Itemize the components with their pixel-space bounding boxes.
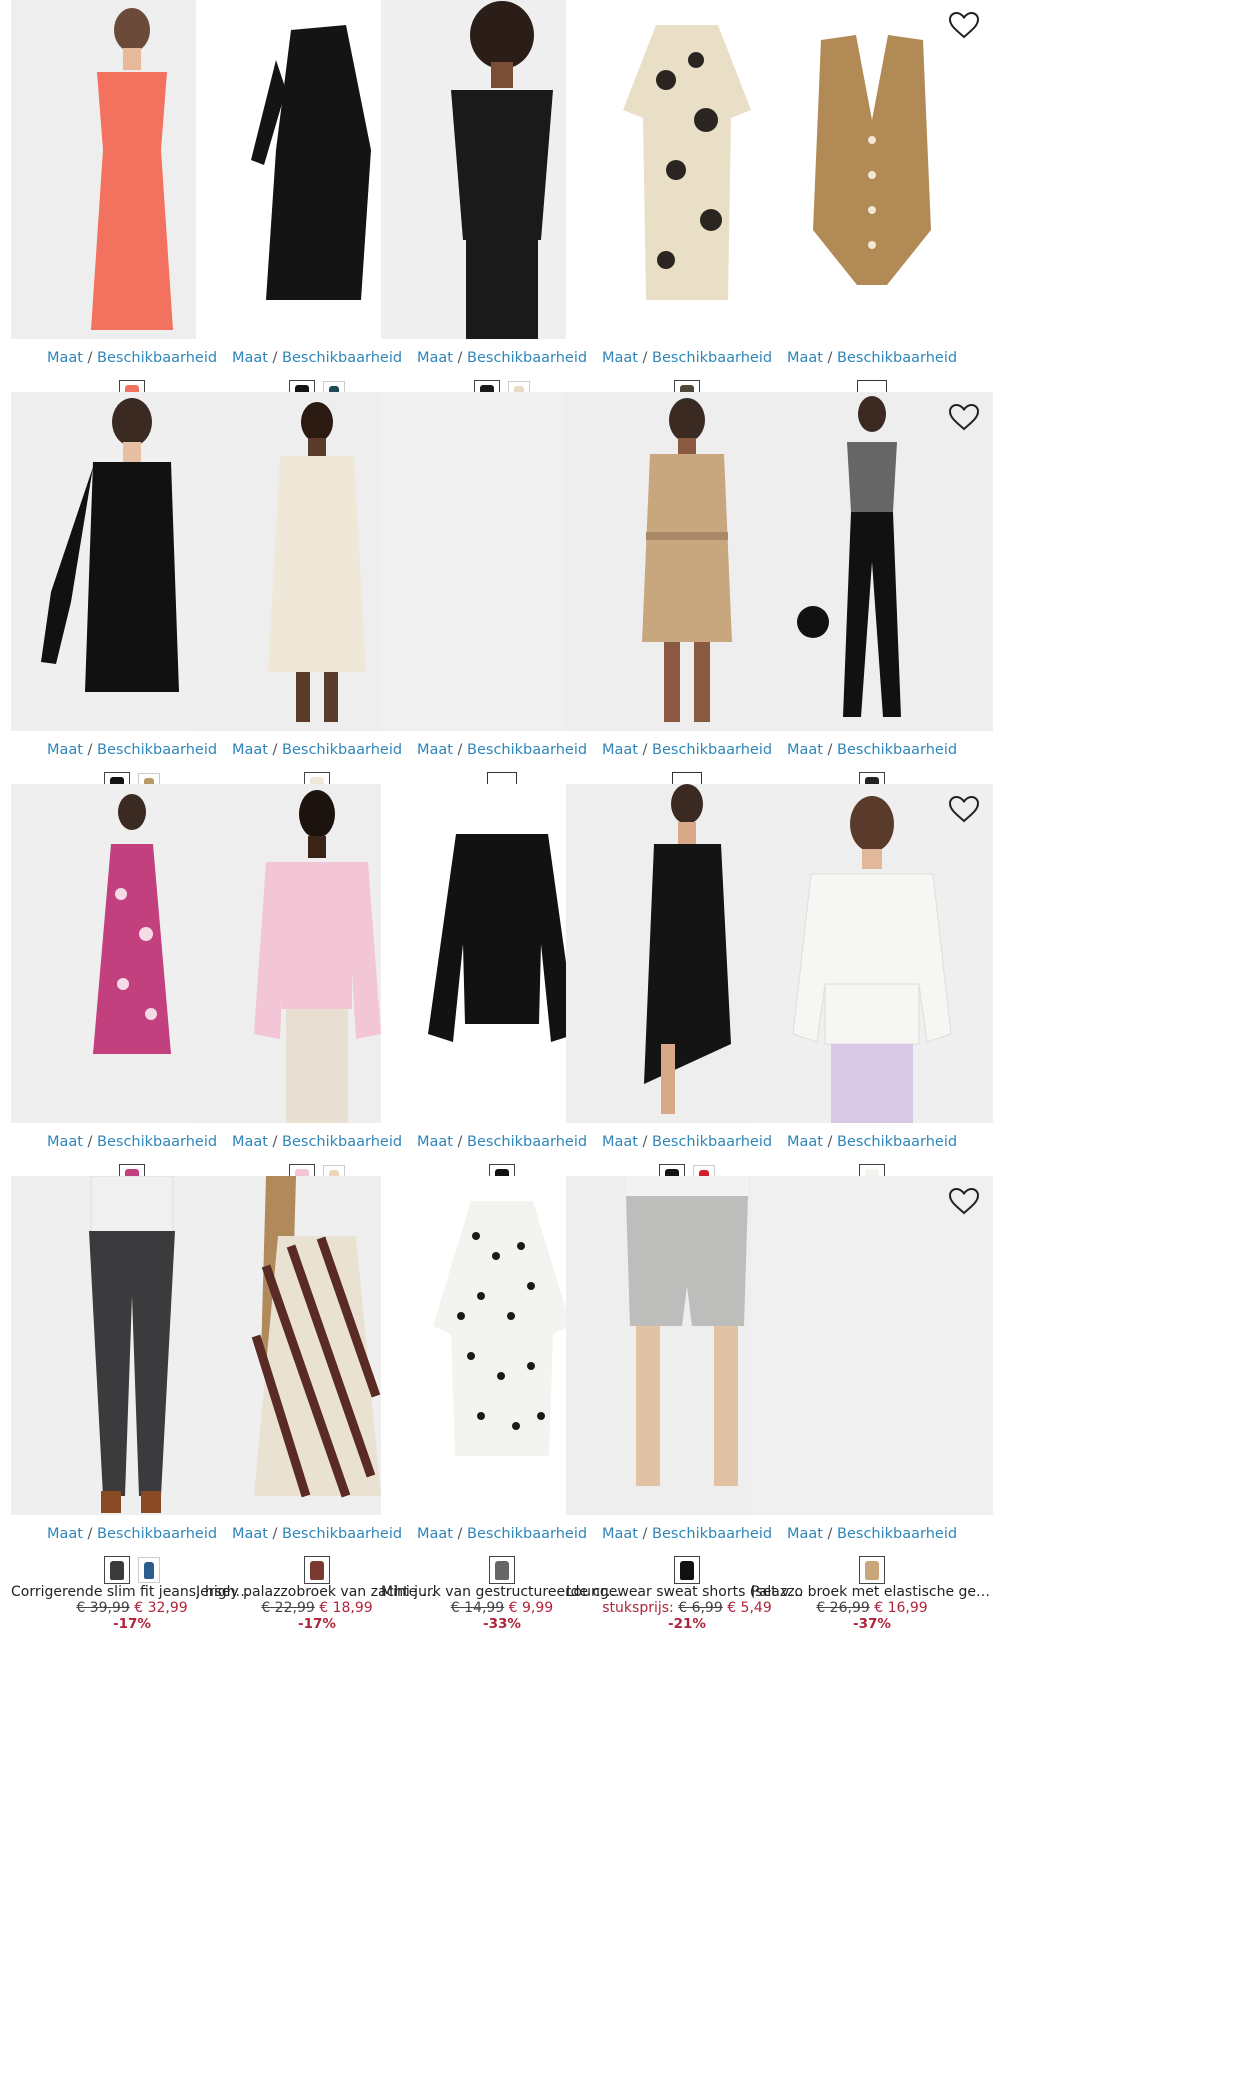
size-link-maat: Maat (46, 1134, 83, 1150)
size-link-maat: Maat (416, 1134, 453, 1150)
color-swatch[interactable] (489, 1556, 515, 1584)
size-availability-link[interactable]: Maat / Beschikbaarheid (751, 350, 993, 366)
size-link-separator: / (827, 1134, 833, 1150)
old-price: € 22,99 (261, 1600, 315, 1616)
sale-price: € 32,99 (134, 1600, 188, 1616)
product-image-figure (813, 35, 931, 285)
product-image[interactable] (751, 0, 993, 339)
size-link-maat: Maat (601, 1526, 638, 1542)
size-link-separator: / (272, 742, 278, 758)
size-link-separator: / (642, 742, 648, 758)
size-link-maat: Maat (786, 1526, 823, 1542)
size-link-maat: Maat (786, 350, 823, 366)
size-link-maat: Maat (231, 350, 268, 366)
size-link-maat: Maat (231, 1134, 268, 1150)
product-image[interactable] (751, 1176, 993, 1515)
product-name[interactable]: Palazzo broek met elastische gesmo... (751, 1584, 993, 1600)
color-swatch[interactable] (104, 1556, 130, 1584)
product-image[interactable] (751, 392, 993, 731)
old-price: € 39,99 (76, 1600, 130, 1616)
size-link-availability: Beschikbaarheid (837, 1134, 958, 1150)
size-link-separator: / (457, 1526, 463, 1542)
size-link-separator: / (272, 1526, 278, 1542)
size-link-separator: / (272, 1134, 278, 1150)
color-swatches (751, 1556, 993, 1584)
size-link-availability: Beschikbaarheid (837, 350, 958, 366)
size-link-maat: Maat (786, 1134, 823, 1150)
size-link-separator: / (827, 742, 833, 758)
size-link-maat: Maat (601, 350, 638, 366)
old-price: € 14,99 (450, 1600, 505, 1616)
size-link-separator: / (457, 350, 463, 366)
size-link-maat: Maat (416, 742, 453, 758)
size-link-separator: / (457, 1134, 463, 1150)
size-link-maat: Maat (601, 742, 638, 758)
product-image-figure (797, 396, 901, 717)
size-link-availability: Beschikbaarheid (837, 742, 958, 758)
product-image[interactable] (751, 784, 993, 1123)
wishlist-heart-icon[interactable] (947, 794, 981, 824)
size-link-separator: / (642, 350, 648, 366)
size-link-maat: Maat (231, 742, 268, 758)
color-swatch[interactable] (674, 1556, 700, 1584)
old-price: € 6,99 (678, 1600, 723, 1616)
color-swatch[interactable] (304, 1556, 330, 1584)
size-link-maat: Maat (601, 1134, 638, 1150)
size-link-maat: Maat (231, 1526, 268, 1542)
size-link-maat: Maat (46, 350, 83, 366)
sale-price: € 9,99 (508, 1600, 554, 1616)
wishlist-heart-icon[interactable] (947, 10, 981, 40)
size-availability-link[interactable]: Maat / Beschikbaarheid (751, 742, 993, 758)
size-link-separator: / (827, 350, 833, 366)
size-link-separator: / (642, 1526, 648, 1542)
size-link-separator: / (457, 742, 463, 758)
product-card[interactable]: Maat / Beschikbaarheid Palazzo broek met … (751, 1176, 993, 1676)
sale-price: € 18,99 (319, 1600, 373, 1616)
size-availability-link[interactable]: Maat / Beschikbaarheid (751, 1526, 993, 1542)
size-link-maat: Maat (416, 350, 453, 366)
wishlist-heart-icon[interactable] (947, 402, 981, 432)
size-availability-link[interactable]: Maat / Beschikbaarheid (751, 1134, 993, 1150)
size-link-separator: / (87, 742, 93, 758)
size-link-separator: / (87, 1526, 93, 1542)
unit-price-label: stuksprijs: (602, 1600, 674, 1616)
size-link-maat: Maat (46, 1526, 83, 1542)
sale-price: € 16,99 (874, 1600, 928, 1616)
size-link-availability: Beschikbaarheid (837, 1526, 958, 1542)
color-swatch[interactable] (859, 1556, 885, 1584)
product-price: € 26,99 € 16,99 (751, 1600, 993, 1616)
wishlist-heart-icon[interactable] (947, 1186, 981, 1216)
size-link-maat: Maat (416, 1526, 453, 1542)
size-link-separator: / (827, 1526, 833, 1542)
size-link-separator: / (87, 1134, 93, 1150)
size-link-maat: Maat (46, 742, 83, 758)
old-price: € 26,99 (816, 1600, 870, 1616)
color-swatch[interactable] (138, 1557, 160, 1583)
size-link-separator: / (642, 1134, 648, 1150)
size-link-separator: / (272, 350, 278, 366)
size-link-separator: / (87, 350, 93, 366)
discount-percent: -37% (853, 1616, 891, 1632)
size-link-maat: Maat (786, 742, 823, 758)
product-image-figure (792, 796, 952, 1123)
